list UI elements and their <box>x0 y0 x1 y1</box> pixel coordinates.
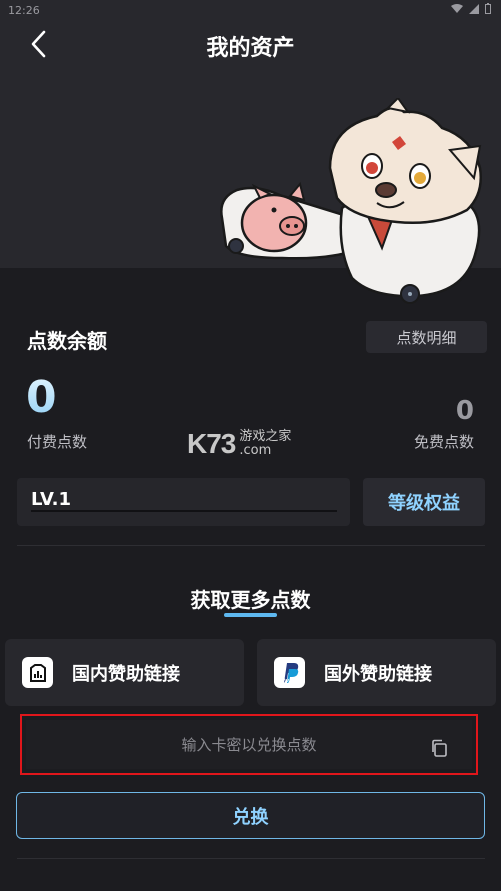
points-detail-button[interactable]: 点数明细 <box>366 321 487 353</box>
level-progress-card: LV.1 <box>17 478 350 526</box>
paid-points-label: 付费点数 <box>27 433 88 451</box>
watermark-logo-mark: K73 <box>187 428 236 459</box>
page-title: 我的资产 <box>206 36 295 61</box>
watermark-domain: .com <box>239 443 272 458</box>
copy-icon[interactable] <box>430 739 448 757</box>
overseas-sponsor-label: 国外赞助链接 <box>324 663 432 685</box>
watermark-logo: K73 游戏之家 .com <box>187 428 291 460</box>
wifi-icon <box>451 3 463 13</box>
status-icons <box>451 3 491 14</box>
paid-points-value: 0 <box>26 372 57 423</box>
status-time: 12:26 <box>8 4 40 17</box>
level-benefits-button[interactable]: 等级权益 <box>363 478 485 526</box>
earn-more-title: 获取更多点数 <box>190 588 311 612</box>
level-progress-track <box>31 510 337 512</box>
redeem-code-highlight <box>20 714 478 775</box>
status-bar: 12:26 <box>0 0 501 22</box>
paypal-icon: PayPal <box>274 657 305 688</box>
free-points-label: 免费点数 <box>413 433 474 451</box>
redeem-code-input[interactable] <box>26 720 472 769</box>
watermark-text: 游戏之家 <box>239 429 292 444</box>
domestic-sponsor-label: 国内赞助链接 <box>72 663 180 685</box>
level-label: LV.1 <box>31 489 71 510</box>
free-points-value: 0 <box>455 396 474 426</box>
paypal-icon-text: PayPal <box>281 678 298 684</box>
battery-icon <box>485 3 491 14</box>
sponsor-icon <box>22 657 53 688</box>
earn-more-underline <box>224 613 277 617</box>
overseas-sponsor-link[interactable]: PayPal 国外赞助链接 <box>257 639 496 706</box>
signal-icon <box>469 3 479 14</box>
mascot-illustration <box>220 98 482 304</box>
domestic-sponsor-link[interactable]: 国内赞助链接 <box>5 639 244 706</box>
redeem-button[interactable]: 兑换 <box>16 792 485 839</box>
divider <box>17 545 485 546</box>
divider <box>17 858 485 859</box>
balance-section-title: 点数余额 <box>27 329 107 353</box>
